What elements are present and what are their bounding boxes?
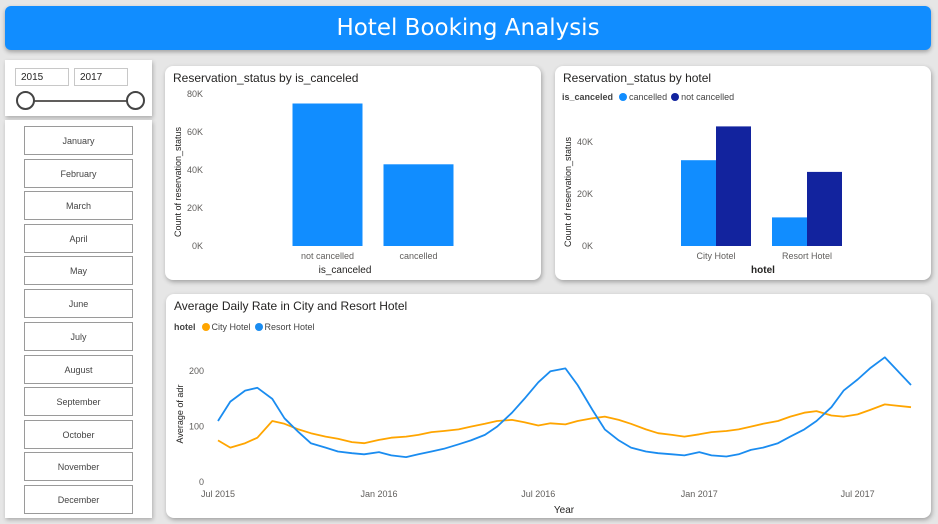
x-axis-title: Year [554,505,575,516]
bar-not-cancelled[interactable] [292,103,363,247]
month-slicer: January February March April May June Ju… [5,120,152,518]
y-axis-title: Count of reservation_status [173,126,183,237]
x-tick-label: cancelled [399,251,437,261]
month-button-november[interactable]: November [24,452,133,481]
y-tick-label: 20K [187,203,203,213]
bar-Resort-Hotel-not-cancelled[interactable] [807,171,842,246]
x-tick-label: not cancelled [301,251,354,261]
y-tick-label: 100 [189,422,204,432]
x-tick-label: Jul 2017 [841,489,875,499]
bar-City-Hotel-not-cancelled[interactable] [716,126,751,246]
x-tick-label: Jan 2016 [360,489,397,499]
year-range-slicer: 2015 2017 [5,60,152,116]
header-banner: Hotel Booking Analysis [5,6,931,50]
y-tick-label: 0 [199,477,204,487]
month-button-april[interactable]: April [24,224,133,253]
y-tick-label: 60K [187,127,203,137]
month-button-february[interactable]: February [24,159,133,188]
x-tick-label: Jan 2017 [681,489,718,499]
y-tick-label: 0K [192,241,203,251]
bar-Resort-Hotel-cancelled[interactable] [772,217,807,246]
month-button-march[interactable]: March [24,191,133,220]
year-slider-start-handle[interactable] [16,91,35,110]
chart-card-average-daily-rate[interactable]: Average Daily Rate in City and Resort Ho… [166,294,931,518]
year-slider-end-handle[interactable] [126,91,145,110]
x-axis-title: is_canceled [319,265,372,276]
line-series-Resort-Hotel[interactable] [217,356,912,459]
bar-chart-status-by-hotel: 0K 20K 40K City Hotel Resort Hotel hotel Co… [563,126,842,276]
x-tick-label: Jul 2015 [201,489,235,499]
x-tick-label: City Hotel [696,251,735,261]
month-button-september[interactable]: September [24,387,133,416]
year-end-input[interactable]: 2017 [74,68,128,86]
line-chart-average-daily-rate: 0 100 200 Jul 2015 Jan 2016 Jul 2016 Jan 2017… [175,356,912,516]
month-button-june[interactable]: June [24,289,133,318]
line-series-City-Hotel[interactable] [217,403,912,449]
y-tick-label: 200 [189,366,204,376]
x-axis-title: hotel [751,265,775,276]
x-tick-label: Jul 2016 [521,489,555,499]
month-button-january[interactable]: January [24,126,133,155]
y-tick-label: 20K [577,189,593,199]
month-button-august[interactable]: August [24,355,133,384]
y-axis-title: Average of adr [175,385,185,444]
bar-City-Hotel-cancelled[interactable] [681,160,716,246]
y-tick-label: 40K [187,165,203,175]
chart-card-status-by-hotel[interactable]: Reservation_status by hotel is_canceled … [555,66,931,280]
bar-chart-status-by-canceled: 0K 20K 40K 60K 80K not cancelled cancelled is… [173,89,454,276]
y-axis-title: Count of reservation_status [563,136,573,247]
month-button-july[interactable]: July [24,322,133,351]
bar-cancelled[interactable] [383,164,454,246]
y-tick-label: 80K [187,89,203,99]
chart-card-status-by-canceled[interactable]: Reservation_status by is_canceled 0K 20K 4… [165,66,541,280]
x-tick-label: Resort Hotel [782,251,832,261]
year-slider-track[interactable] [25,100,135,102]
month-button-may[interactable]: May [24,256,133,285]
year-start-input[interactable]: 2015 [15,68,69,86]
y-tick-label: 0K [582,241,593,251]
month-button-december[interactable]: December [24,485,133,514]
page-title: Hotel Booking Analysis [336,15,600,41]
month-button-october[interactable]: October [24,420,133,449]
y-tick-label: 40K [577,137,593,147]
